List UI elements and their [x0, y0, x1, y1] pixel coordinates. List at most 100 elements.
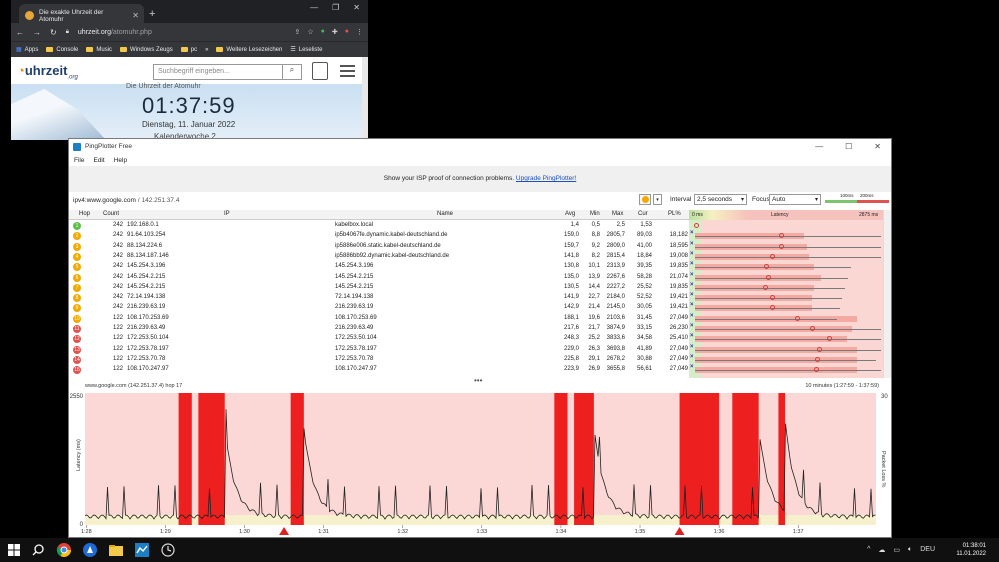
- menu-file[interactable]: File: [74, 157, 84, 164]
- table-row[interactable]: 2 242 91.64.103.254 ip5b4067fe.dynamic.kabe…: [69, 231, 689, 241]
- bookmarks-overflow[interactable]: »: [205, 47, 208, 53]
- bookmark-pc[interactable]: pc: [180, 47, 197, 53]
- col-min[interactable]: Min: [590, 211, 600, 217]
- timeline-graph[interactable]: 1:28 1:29 1:30 1:31 1:32 1:33 1:34 1:35 1:36 1:37…: [69, 391, 891, 538]
- col-avg[interactable]: Avg: [565, 211, 575, 217]
- address-bar[interactable]: uhrzeit.org/atomuhr.php: [78, 29, 286, 36]
- minimize-icon[interactable]: —: [815, 142, 823, 151]
- table-row[interactable]: 3 242 88.134.224.6 ip5886e006.static.kabel-…: [69, 242, 689, 252]
- site-search-input[interactable]: Suchbegriff eingeben...: [153, 64, 283, 80]
- focus-label: Focus: [752, 196, 770, 203]
- col-count[interactable]: Count: [103, 211, 119, 217]
- profile-avatar-icon[interactable]: ●: [345, 28, 349, 36]
- shop-bag-icon[interactable]: [312, 62, 328, 80]
- bookmark-windows-zeugs[interactable]: Windows Zeugs: [120, 47, 173, 53]
- forward-icon[interactable]: →: [33, 28, 41, 37]
- cloud-icon[interactable]: ☁: [878, 546, 885, 554]
- packet-loss-period: [290, 393, 304, 525]
- bookmark-weitere-lesezeichen[interactable]: Weitere Lesezeichen: [216, 47, 282, 53]
- cell-count: 242: [112, 242, 123, 249]
- cell-max: 2805,7: [606, 232, 625, 239]
- col-latency[interactable]: Latency: [771, 212, 789, 218]
- col-hop[interactable]: Hop: [79, 211, 90, 217]
- volume-icon[interactable]: 🔈︎: [908, 546, 912, 554]
- table-row[interactable]: 10 122 108.170.253.69 108.170.253.69 188,1 19…: [69, 314, 689, 324]
- tab-close-icon[interactable]: ✕: [132, 11, 139, 20]
- clock-app-icon[interactable]: [160, 542, 176, 558]
- search-icon[interactable]: ⌕: [283, 64, 302, 80]
- extension-shield-icon[interactable]: ●: [321, 28, 325, 36]
- x-tick-label: 1:33: [476, 529, 487, 535]
- table-row[interactable]: 11 122 216.239.63.49 216.239.63.49 217,6 21,7…: [69, 324, 689, 334]
- bookmark-apps[interactable]: ▦ Apps: [16, 46, 38, 54]
- table-row[interactable]: 5 242 145.254.3.196 145.254.3.196 130,8 10,1 2…: [69, 262, 689, 272]
- hamburger-menu-icon[interactable]: [340, 65, 355, 80]
- taskbar-clock[interactable]: 01:38:01 11.01.2022: [956, 542, 986, 558]
- table-row[interactable]: 1 242 192.168.0.1 kabelbox.local 1,4 0,5 2,5 1,…: [69, 221, 689, 231]
- reload-icon[interactable]: ↻: [50, 28, 57, 37]
- share-icon[interactable]: ⇪: [295, 28, 301, 36]
- chrome-taskbar-icon[interactable]: [56, 542, 72, 558]
- star-icon[interactable]: ☆: [307, 28, 313, 36]
- table-row[interactable]: 7 242 145.254.2.215 145.254.2.215 130,5 14,4 2…: [69, 283, 689, 293]
- new-tab-icon[interactable]: +: [149, 8, 155, 20]
- tray-overflow-icon[interactable]: ^: [867, 546, 870, 554]
- cell-max: 3833,6: [606, 335, 625, 342]
- col-cur[interactable]: Cur: [638, 211, 648, 217]
- table-scrollbar[interactable]: [883, 210, 891, 378]
- bookmark-console[interactable]: Console: [46, 47, 78, 53]
- target-host[interactable]: ipv4:www.google.com: [73, 197, 136, 204]
- table-row[interactable]: 6 242 145.254.2.215 145.254.2.215 135,0 13,9 2…: [69, 273, 689, 283]
- maximize-icon[interactable]: ❐: [332, 3, 339, 12]
- site-logo[interactable]: ◔uhrzeit.org: [17, 63, 78, 81]
- cell-max: 3655,8: [606, 366, 625, 373]
- focus-select[interactable]: Auto: [769, 194, 821, 205]
- bookmark-leseliste[interactable]: ☰ Leseliste: [290, 46, 322, 54]
- col-max[interactable]: Max: [612, 211, 623, 217]
- pingplotter-taskbar-icon[interactable]: [134, 542, 150, 558]
- bookmark-music[interactable]: Music: [86, 47, 112, 53]
- lock-icon[interactable]: 🔒︎: [66, 29, 69, 36]
- table-row[interactable]: 13 122 172.253.78.197 172.253.78.197 229,0 26…: [69, 345, 689, 355]
- graph-time-range[interactable]: 10 minutes (1:27:59 - 1:37:59): [805, 383, 879, 389]
- chrome-menu-icon[interactable]: ⋮: [356, 28, 363, 36]
- search-icon[interactable]: [30, 542, 46, 558]
- latency-range-line: [695, 329, 881, 330]
- file-explorer-icon[interactable]: [108, 542, 124, 558]
- pause-button[interactable]: [639, 194, 651, 205]
- table-row[interactable]: 4 242 88.134.187.146 ip5886bb92.dynamic.kab…: [69, 252, 689, 262]
- table-row[interactable]: 14 122 172.253.70.78 172.253.70.78 225,8 29,1…: [69, 355, 689, 365]
- extensions-icon[interactable]: ✚: [332, 28, 338, 36]
- table-row[interactable]: 12 122 172.253.50.104 172.253.50.104 248,3 25…: [69, 334, 689, 344]
- page-scrollbar[interactable]: [362, 57, 368, 140]
- menu-edit[interactable]: Edit: [93, 157, 104, 164]
- pause-dropdown-icon[interactable]: ▾: [653, 194, 662, 205]
- menu-help[interactable]: Help: [114, 157, 127, 164]
- close-icon[interactable]: ✕: [874, 142, 881, 151]
- windows-start-icon[interactable]: [6, 542, 22, 558]
- cell-count: 242: [112, 252, 123, 259]
- col-name[interactable]: Name: [437, 211, 453, 217]
- folder-icon: [216, 47, 224, 52]
- table-row[interactable]: 9 242 216.239.63.19 216.239.63.19 142,9 21,4 2…: [69, 303, 689, 313]
- cell-cur: 58,28: [636, 273, 652, 280]
- language-indicator[interactable]: DEU: [920, 546, 935, 554]
- cell-count: 242: [112, 263, 123, 270]
- latency-range-line: [695, 267, 852, 269]
- cell-ip: 88.134.224.6: [127, 242, 163, 249]
- latency-avg-marker: [763, 264, 769, 270]
- app-taskbar-icon[interactable]: [82, 542, 98, 558]
- col-ip[interactable]: IP: [224, 211, 230, 217]
- windows-taskbar: ^ ☁ ▭ 🔈︎ DEU 01:38:01 11.01.2022: [0, 538, 999, 562]
- cell-avg: 130,8: [563, 263, 579, 270]
- upgrade-link[interactable]: Upgrade PingPlotter!: [516, 175, 576, 182]
- network-icon[interactable]: ▭: [893, 546, 900, 554]
- back-icon[interactable]: ←: [16, 28, 24, 37]
- maximize-icon[interactable]: ☐: [845, 142, 852, 151]
- table-row[interactable]: 15 122 108.170.247.97 108.170.247.97 223,9 26…: [69, 365, 689, 375]
- interval-select[interactable]: 2,5 seconds: [694, 194, 747, 205]
- col-pl[interactable]: PL%: [668, 211, 681, 217]
- close-icon[interactable]: ✕: [353, 3, 360, 12]
- table-row[interactable]: 8 242 72.14.194.138 72.14.194.138 141,9 22,7 2…: [69, 293, 689, 303]
- minimize-icon[interactable]: —: [310, 3, 318, 12]
